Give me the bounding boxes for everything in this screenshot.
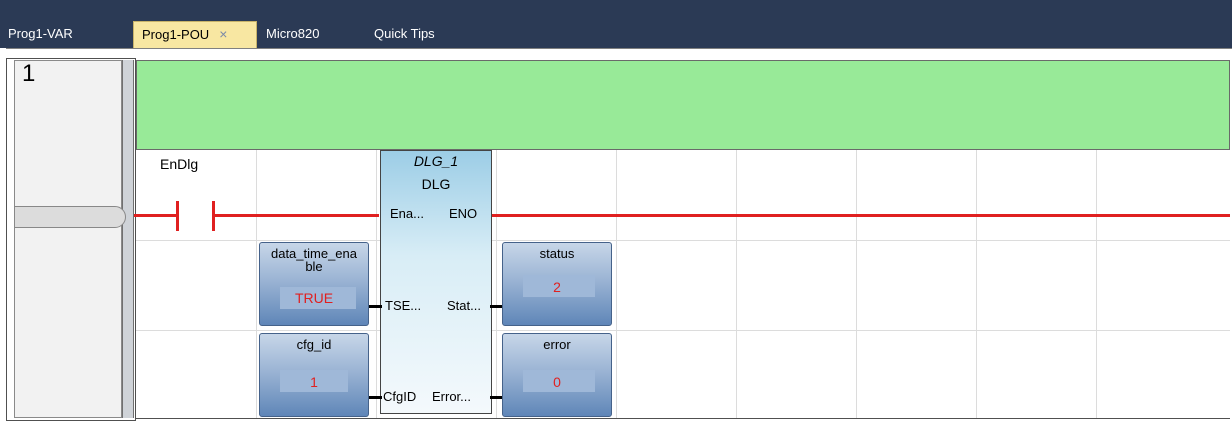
- grid-line: [1096, 150, 1097, 418]
- left-power-rail: [122, 60, 134, 418]
- variable-value[interactable]: TRUE: [260, 290, 368, 306]
- tab-label: Prog1-VAR: [8, 26, 73, 41]
- variable-name: error: [543, 337, 571, 352]
- variable-status[interactable]: status 2: [502, 242, 612, 326]
- tab-label: Prog1-POU: [142, 27, 210, 42]
- variable-data-time-enable[interactable]: data_time_ena ble TRUE: [259, 242, 369, 326]
- variable-name: status: [539, 246, 575, 261]
- rung-number: 1: [22, 60, 36, 87]
- tab-prog1-var[interactable]: Prog1-VAR: [0, 21, 81, 48]
- grid-line: [736, 150, 737, 418]
- variable-error[interactable]: error 0: [502, 333, 612, 417]
- grid-line: [136, 418, 1230, 419]
- rung-comment[interactable]: [136, 60, 1230, 150]
- grid-line: [856, 150, 857, 418]
- tab-bar: Prog1-VAR Prog1-POU × Micro820 Quick Tips: [0, 0, 1232, 48]
- grid-line: [496, 150, 497, 418]
- grid-line: [136, 330, 1230, 331]
- variable-name: data_time_ena ble: [270, 246, 357, 274]
- variable-cfg-id[interactable]: cfg_id 1: [259, 333, 369, 417]
- wire: [492, 214, 1230, 217]
- tab-label: Micro820: [266, 26, 320, 41]
- pin-connector: [368, 305, 382, 308]
- pin-connector: [368, 396, 382, 399]
- tab-prog1-pou[interactable]: Prog1-POU ×: [133, 21, 257, 48]
- pin-tse: TSE...: [385, 298, 422, 313]
- close-icon[interactable]: ×: [219, 26, 227, 42]
- power-input-tab: [14, 206, 126, 228]
- tab-quick-tips[interactable]: Quick Tips: [366, 21, 443, 48]
- variable-name: cfg_id: [296, 337, 332, 352]
- tab-label: Quick Tips: [374, 26, 435, 41]
- wire: [215, 214, 379, 217]
- grid-line: [256, 150, 257, 418]
- variable-value[interactable]: 2: [503, 279, 611, 295]
- wire: [134, 214, 176, 217]
- grid-line: [376, 150, 377, 418]
- rung-gutter[interactable]: [14, 60, 122, 418]
- grid-line: [136, 240, 1230, 241]
- pin-eno: ENO: [449, 206, 478, 221]
- grid-line: [976, 150, 977, 418]
- contact-variable-label[interactable]: EnDlg: [160, 156, 198, 172]
- pin-error: Error...: [432, 389, 472, 404]
- function-block-type: DLG: [421, 176, 451, 192]
- variable-value[interactable]: 1: [260, 374, 368, 390]
- contact-left-bar[interactable]: [176, 201, 179, 231]
- pin-cfgid: CfgID: [383, 389, 417, 404]
- pin-ena: Ena...: [390, 206, 424, 221]
- function-block-instance[interactable]: DLG_1: [380, 153, 492, 169]
- grid-line: [616, 150, 617, 418]
- pin-stat: Stat...: [447, 298, 481, 313]
- tab-micro820[interactable]: Micro820: [258, 21, 327, 48]
- variable-value[interactable]: 0: [503, 374, 611, 390]
